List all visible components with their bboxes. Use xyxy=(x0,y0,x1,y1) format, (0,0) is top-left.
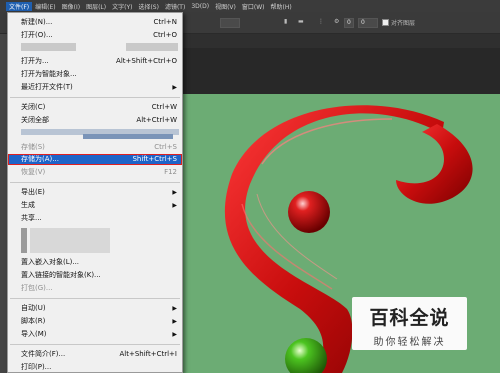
option-field-2[interactable]: 0 xyxy=(358,18,378,28)
menu-view[interactable]: 视图(V) xyxy=(212,2,239,11)
menu-select[interactable]: 选择(S) xyxy=(135,2,162,11)
baike-badge: 百科全说 助你轻松解决 xyxy=(352,297,467,350)
menu-item-open-as[interactable]: 打开为... Alt+Shift+Ctrl+O xyxy=(8,56,182,67)
menu-item-new[interactable]: 新建(N)... Ctrl+N xyxy=(8,17,182,28)
menu-separator xyxy=(10,344,180,345)
red-ball xyxy=(288,191,330,233)
menu-item-package[interactable]: 打包(G)... xyxy=(8,283,182,294)
align-layers-label: 对齐图层 xyxy=(391,20,416,27)
blurred-item xyxy=(21,228,27,253)
menu-item-share[interactable]: 共享... xyxy=(8,213,182,224)
menu-separator xyxy=(10,97,180,98)
align-dropdown[interactable] xyxy=(220,18,240,28)
menu-separator xyxy=(10,298,180,299)
gear-icon[interactable]: ⚙ xyxy=(334,18,339,25)
menu-item-open[interactable]: 打开(O)... Ctrl+O xyxy=(8,30,182,41)
option-field[interactable]: 0 xyxy=(344,18,354,28)
menu-item-export[interactable]: 导出(E) ▶ xyxy=(8,187,182,198)
menu-item-open-smart-object[interactable]: 打开为智能对象... xyxy=(8,69,182,80)
menu-item-save-as[interactable]: 存储为(A)... Shift+Ctrl+S xyxy=(8,154,182,165)
menu-item-recent[interactable]: 最近打开文件(T) ▶ xyxy=(8,82,182,93)
menu-item-scripts[interactable]: 脚本(R) ▶ xyxy=(8,316,182,327)
menu-image[interactable]: 图像(I) xyxy=(59,2,83,11)
menu-item-print[interactable]: 打印(P)... xyxy=(8,362,182,373)
file-menu-dropdown: 新建(N)... Ctrl+N 打开(O)... Ctrl+O 打开为... A… xyxy=(7,12,183,373)
badge-title: 百科全说 xyxy=(369,307,450,329)
menu-item-automate[interactable]: 自动(U) ▶ xyxy=(8,303,182,314)
menu-layer[interactable]: 图层(L) xyxy=(83,2,109,11)
align-center-icon[interactable]: ▬ xyxy=(298,18,304,25)
menu-item-revert[interactable]: 恢复(V) F12 xyxy=(8,167,182,178)
menu-type[interactable]: 文字(Y) xyxy=(109,2,135,11)
menu-filter[interactable]: 滤镜(T) xyxy=(162,2,188,11)
menu-item-place-linked[interactable]: 置入链接的智能对象(K)... xyxy=(8,270,182,281)
blurred-item xyxy=(21,43,76,51)
submenu-arrow-icon: ▶ xyxy=(172,318,177,325)
red-swirl-tail xyxy=(396,124,473,204)
blurred-item xyxy=(30,228,110,253)
menu-3d[interactable]: 3D(D) xyxy=(188,3,212,10)
menu-item-generate[interactable]: 生成 ▶ xyxy=(8,200,182,211)
distribute-icon[interactable]: ⋮ xyxy=(318,18,324,25)
menu-bar: 文件(F) 编辑(E) 图像(I) 图层(L) 文字(Y) 选择(S) 滤镜(T… xyxy=(0,0,500,12)
menu-item-save[interactable]: 存储(S) Ctrl+S xyxy=(8,142,182,153)
menu-item-place-embedded[interactable]: 置入嵌入对象(L)... xyxy=(8,257,182,268)
menu-file[interactable]: 文件(F) xyxy=(6,1,33,11)
menu-help[interactable]: 帮助(H) xyxy=(268,2,295,11)
blurred-item xyxy=(83,134,173,139)
menu-separator xyxy=(10,182,180,183)
menu-item-file-info[interactable]: 文件简介(F)... Alt+Shift+Ctrl+I xyxy=(8,349,182,360)
menu-window[interactable]: 窗口(W) xyxy=(239,2,268,11)
menu-edit[interactable]: 编辑(E) xyxy=(32,2,58,11)
submenu-arrow-icon: ▶ xyxy=(172,189,177,196)
green-ball xyxy=(285,338,327,373)
submenu-arrow-icon: ▶ xyxy=(172,305,177,312)
blurred-shortcut xyxy=(126,43,178,51)
menu-item-import[interactable]: 导入(M) ▶ xyxy=(8,329,182,340)
align-left-icon[interactable]: ▮ xyxy=(284,18,287,25)
submenu-arrow-icon: ▶ xyxy=(172,202,177,209)
align-layers-checkbox[interactable] xyxy=(382,19,389,26)
menu-item-close-all[interactable]: 关闭全部 Alt+Ctrl+W xyxy=(8,115,182,126)
submenu-arrow-icon: ▶ xyxy=(172,331,177,338)
submenu-arrow-icon: ▶ xyxy=(172,84,177,91)
menu-item-close[interactable]: 关闭(C) Ctrl+W xyxy=(8,102,182,113)
tool-strip xyxy=(0,34,7,373)
badge-subtitle: 助你轻松解决 xyxy=(373,337,446,348)
